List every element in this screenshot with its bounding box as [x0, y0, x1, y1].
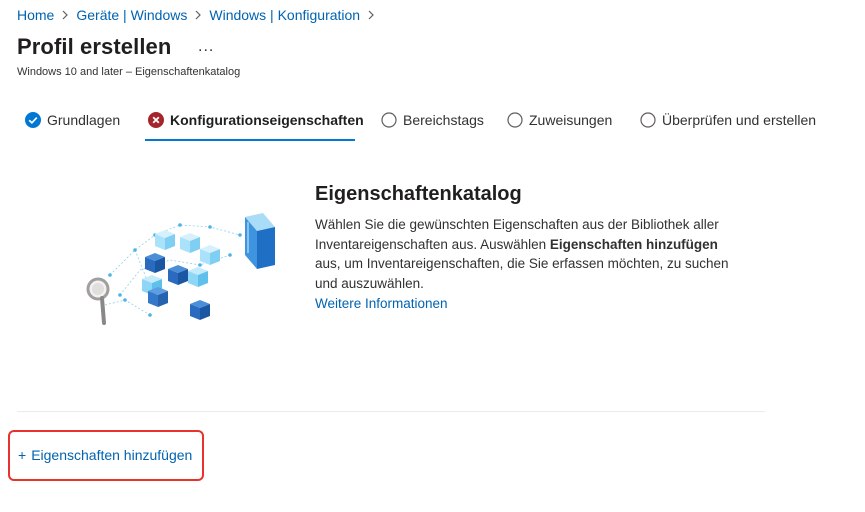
- breadcrumb: Home Geräte | Windows Windows | Konfigur…: [17, 6, 382, 24]
- tab-label: Überprüfen und erstellen: [662, 112, 817, 128]
- active-tab-indicator: [145, 139, 355, 141]
- page-subtitle: Windows 10 and later – Eigenschaftenkata…: [17, 66, 241, 78]
- tab-konfigurationseigenschaften[interactable]: Konfigurationseigenschaften: [148, 108, 364, 132]
- description-bold: Eigenschaften hinzufügen: [549, 236, 718, 252]
- tab-label: Bereichstags: [403, 112, 484, 128]
- add-properties-button[interactable]: + Eigenschaften hinzufügen: [18, 447, 192, 463]
- empty-circle-icon: [381, 112, 397, 128]
- description-text: aus, um Inventareigenschaften, die Sie e…: [315, 256, 729, 291]
- chevron-right-icon: [367, 10, 375, 20]
- tab-label: Konfigurationseigenschaften: [170, 112, 364, 128]
- add-properties-label: Eigenschaften hinzufügen: [31, 447, 193, 463]
- plus-icon: +: [18, 447, 27, 463]
- section-title: Eigenschaftenkatalog: [315, 183, 522, 205]
- breadcrumb-devices-windows[interactable]: Geräte | Windows: [76, 7, 187, 23]
- section-description: Wählen Sie die gewünschten Eigenschaften…: [315, 215, 745, 293]
- more-options-button[interactable]: ...: [198, 38, 214, 56]
- checkmark-circle-icon: [25, 112, 41, 128]
- page-title: Profil erstellen: [17, 34, 172, 59]
- magnifier-icon: [86, 277, 110, 325]
- tab-ueberpruefen-und-erstellen[interactable]: Überprüfen und erstellen: [640, 108, 816, 132]
- error-circle-icon: [148, 112, 164, 128]
- divider: [17, 411, 765, 412]
- empty-circle-icon: [507, 112, 523, 128]
- tab-label: Grundlagen: [47, 112, 121, 128]
- learn-more-link[interactable]: Weitere Informationen: [315, 296, 448, 311]
- chevron-right-icon: [61, 10, 69, 20]
- breadcrumb-home[interactable]: Home: [17, 7, 54, 23]
- empty-circle-icon: [640, 112, 656, 128]
- tab-label: Zuweisungen: [529, 112, 613, 128]
- breadcrumb-windows-configuration[interactable]: Windows | Konfiguration: [209, 7, 360, 23]
- tab-grundlagen[interactable]: Grundlagen: [25, 108, 120, 132]
- chevron-right-icon: [194, 10, 202, 20]
- tab-zuweisungen[interactable]: Zuweisungen: [507, 108, 612, 132]
- tab-bereichstags[interactable]: Bereichstags: [381, 108, 484, 132]
- properties-catalog-illustration: [80, 205, 280, 330]
